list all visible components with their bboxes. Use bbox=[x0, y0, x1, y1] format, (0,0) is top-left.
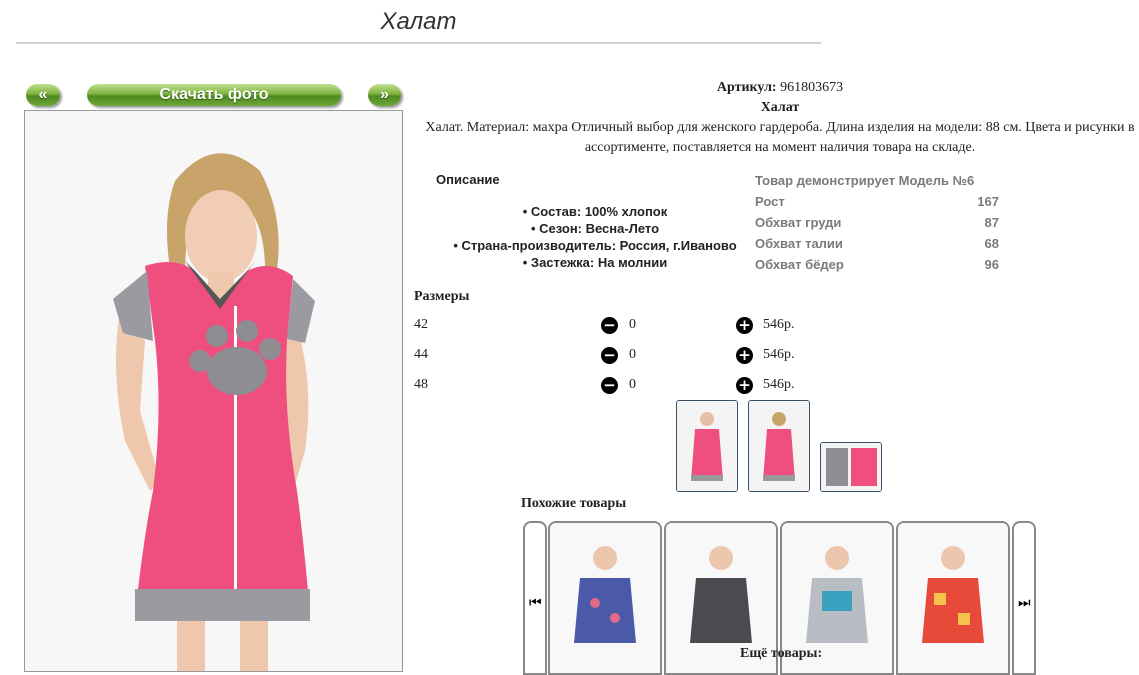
main-product-photo[interactable] bbox=[24, 110, 403, 672]
page-title: Халат bbox=[16, 8, 821, 44]
photo-thumbnail[interactable] bbox=[820, 442, 882, 492]
features-title: Описание bbox=[436, 172, 500, 187]
product-name: Халат bbox=[760, 100, 800, 115]
prev-photo-button[interactable]: « bbox=[26, 84, 60, 106]
skip-back-icon: ⏮ bbox=[529, 595, 542, 611]
size-value: 44 bbox=[414, 347, 428, 362]
skip-forward-icon: ⏭ bbox=[1018, 595, 1031, 611]
size-row: 44 − 0 + 546р. bbox=[414, 345, 834, 365]
sku-label: Артикул: bbox=[716, 80, 777, 95]
minus-icon[interactable]: − bbox=[601, 377, 618, 394]
model-value: 167 bbox=[977, 194, 999, 209]
dress-photo-illustration bbox=[25, 111, 402, 671]
model-label: Рост bbox=[755, 194, 785, 209]
thumbnail-image bbox=[821, 443, 881, 491]
product-description: Халат. Материал: махра Отличный выбор дл… bbox=[425, 120, 1135, 155]
size-quantity: 0 bbox=[629, 377, 636, 392]
feature-item: • Состав: 100% хлопок bbox=[522, 204, 668, 219]
model-value: 68 bbox=[984, 236, 999, 251]
model-title: Товар демонстрирует Модель №6 bbox=[755, 173, 975, 188]
next-photo-button[interactable]: » bbox=[368, 84, 401, 106]
similar-product-card[interactable] bbox=[896, 521, 1010, 675]
size-row: 48 − 0 + 546р. bbox=[414, 375, 834, 395]
similar-products-title: Похожие товары bbox=[521, 496, 627, 511]
sku-value: 961803673 bbox=[780, 80, 844, 95]
size-price: 546р. bbox=[763, 377, 795, 392]
similar-product-card[interactable] bbox=[548, 521, 662, 675]
photo-thumbnail[interactable] bbox=[676, 400, 738, 492]
model-label: Обхват бёдер bbox=[755, 257, 844, 272]
model-measurements: Товар демонстрирует Модель №6 Рост 167 Об… bbox=[755, 170, 999, 275]
carousel-prev-button[interactable]: ⏮ bbox=[523, 521, 547, 675]
size-quantity: 0 bbox=[629, 317, 636, 332]
download-photo-button[interactable]: Скачать фото bbox=[87, 84, 341, 106]
minus-icon[interactable]: − bbox=[601, 317, 618, 334]
size-value: 42 bbox=[414, 317, 428, 332]
more-products-label: Ещё товары: bbox=[740, 646, 823, 661]
model-value: 87 bbox=[984, 215, 999, 230]
feature-item: • Застежка: На молнии bbox=[522, 255, 668, 270]
size-row: 42 − 0 + 546р. bbox=[414, 315, 834, 335]
model-label: Обхват груди bbox=[755, 215, 842, 230]
model-label: Обхват талии bbox=[755, 236, 843, 251]
size-value: 48 bbox=[414, 377, 428, 392]
photo-thumbnail[interactable] bbox=[748, 400, 810, 492]
minus-icon[interactable]: − bbox=[601, 347, 618, 364]
thumbnail-image bbox=[677, 401, 737, 491]
model-value: 96 bbox=[984, 257, 999, 272]
feature-item: • Страна-производитель: Россия, г.Иванов… bbox=[453, 238, 737, 253]
similar-product-image bbox=[898, 523, 1008, 673]
size-price: 546р. bbox=[763, 347, 795, 362]
features-list: • Состав: 100% хлопок • Сезон: Весна-Лет… bbox=[430, 203, 760, 271]
thumbnail-image bbox=[749, 401, 809, 491]
plus-icon[interactable]: + bbox=[736, 377, 753, 394]
plus-icon[interactable]: + bbox=[736, 317, 753, 334]
similar-product-image bbox=[550, 523, 660, 673]
plus-icon[interactable]: + bbox=[736, 347, 753, 364]
feature-item: • Сезон: Весна-Лето bbox=[530, 221, 660, 236]
size-quantity: 0 bbox=[629, 347, 636, 362]
carousel-next-button[interactable]: ⏭ bbox=[1012, 521, 1036, 675]
size-price: 546р. bbox=[763, 317, 795, 332]
sizes-title: Размеры bbox=[414, 289, 470, 304]
